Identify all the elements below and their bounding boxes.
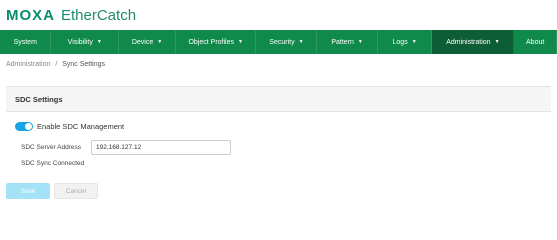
product-name: EtherCatch	[61, 6, 137, 24]
nav-item-pattern[interactable]: Pattern ▼	[317, 30, 378, 54]
brand: MOXA EtherCatch	[6, 2, 136, 28]
breadcrumb: Administration / Sync Settings	[6, 61, 105, 68]
nav-item-device[interactable]: Device ▼	[119, 30, 177, 54]
enable-sdc-label: Enable SDC Management	[37, 122, 125, 131]
nav-item-administration[interactable]: Administration ▼	[432, 30, 515, 54]
save-button[interactable]: Save	[6, 183, 50, 199]
nav-item-security[interactable]: Security ▼	[256, 30, 318, 54]
nav-item-logs[interactable]: Logs ▼	[378, 30, 433, 54]
nav-label: Administration	[446, 38, 491, 46]
caret-down-icon: ▼	[357, 39, 363, 45]
caret-down-icon: ▼	[411, 39, 417, 45]
toggle-knob	[25, 123, 32, 130]
nav-label: Security	[269, 38, 295, 46]
sdc-settings-card: SDC Settings Enable SDC Management SDC S…	[6, 86, 551, 181]
enable-sdc-toggle[interactable]	[15, 122, 33, 131]
caret-down-icon: ▼	[238, 39, 243, 45]
nav-label: About	[526, 38, 545, 46]
card-title: SDC Settings	[6, 87, 551, 112]
nav-item-object-profiles[interactable]: Object Profiles ▼	[176, 30, 257, 54]
nav-item-visibility[interactable]: Visibility ▼	[51, 30, 119, 54]
nav-item-about[interactable]: About	[514, 30, 557, 54]
caret-down-icon: ▼	[96, 39, 102, 45]
server-address-input[interactable]	[91, 140, 231, 155]
caret-down-icon: ▼	[157, 39, 163, 45]
caret-down-icon: ▼	[298, 39, 304, 45]
enable-sdc-row: Enable SDC Management	[15, 122, 124, 131]
breadcrumb-current: Sync Settings	[62, 61, 106, 68]
nav-label: Device	[131, 38, 154, 46]
nav-label: Pattern	[331, 38, 354, 46]
nav-label: Logs	[392, 38, 408, 46]
cancel-button[interactable]: Cancel	[54, 183, 98, 199]
nav-label: Visibility	[67, 38, 93, 46]
breadcrumb-separator: /	[55, 61, 58, 68]
caret-down-icon: ▼	[494, 39, 500, 45]
nav-label: Object Profiles	[188, 38, 234, 46]
nav-item-system[interactable]: System	[0, 30, 52, 54]
sync-status-text: SDC Sync Connected	[21, 160, 85, 167]
moxa-logo: MOXA	[6, 6, 55, 24]
server-address-row: SDC Server Address	[21, 140, 231, 155]
server-address-label: SDC Server Address	[21, 144, 81, 151]
breadcrumb-parent[interactable]: Administration	[6, 61, 50, 68]
nav-label: System	[13, 38, 37, 46]
main-navbar: System Visibility ▼ Device ▼ Object Prof…	[0, 30, 557, 54]
